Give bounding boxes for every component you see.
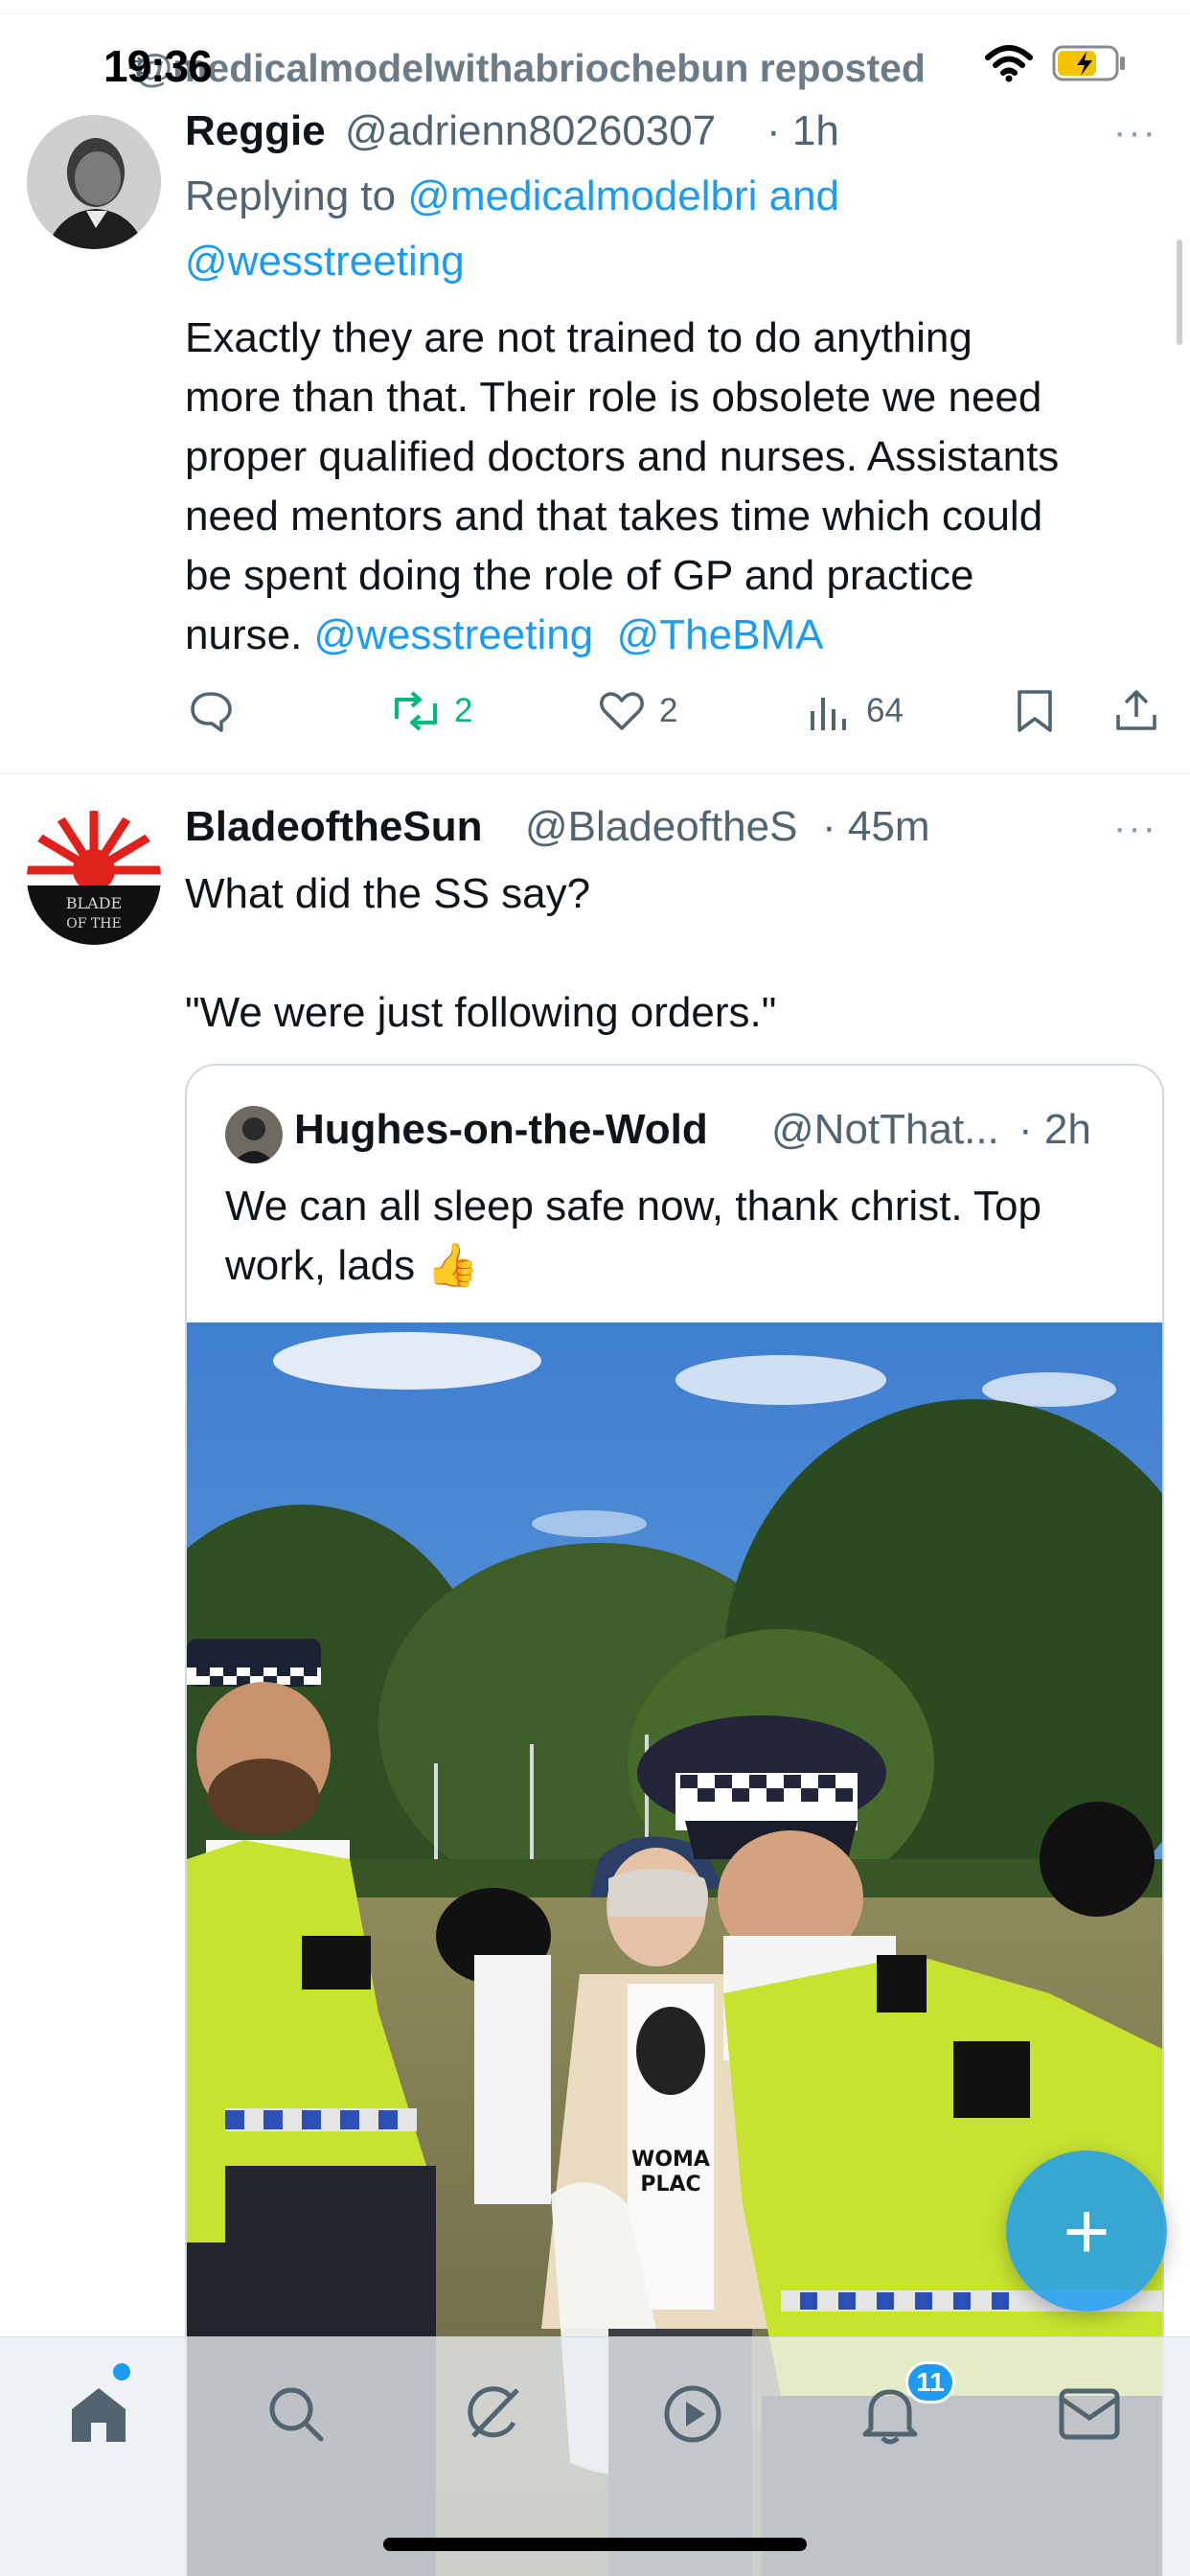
svg-text:OF THE: OF THE: [66, 916, 121, 932]
svg-text:PLAC: PLAC: [640, 2173, 700, 2196]
scroll-indicator[interactable]: [1177, 240, 1182, 345]
home-icon: [72, 2388, 126, 2442]
replying-to-handle-2[interactable]: @wesstreeting: [185, 238, 465, 286]
avatar-photo: [27, 115, 161, 249]
quoted-avatar[interactable]: [225, 1106, 283, 1163]
quoted-author-name[interactable]: Hughes-on-the-Wold: [294, 1106, 708, 1154]
avatar-photo: BLADE OF THE: [27, 811, 161, 945]
more-options-icon[interactable]: ···: [1113, 111, 1157, 154]
reposted-by-label[interactable]: @medicalmodelwithabriochebun reposted: [134, 46, 926, 91]
replying-to-handle[interactable]: @medicalmodelbri: [407, 172, 757, 219]
quoted-timestamp[interactable]: · 2h: [1018, 1106, 1091, 1154]
quoted-text-line: work, lads 👍: [225, 1242, 480, 1289]
tweet-text-line: nurse. @wesstreeting @TheBMA: [185, 606, 1172, 665]
reply-icon[interactable]: [188, 688, 234, 734]
views-icon[interactable]: [809, 692, 851, 732]
video-play-icon: [664, 2385, 721, 2443]
top-divider: [0, 13, 1190, 14]
quoted-text-line: We can all sleep safe now, thank christ.…: [225, 1183, 1041, 1230]
svg-text:BLADE: BLADE: [66, 894, 122, 912]
tweet-author-handle[interactable]: @adrienn80260307: [345, 107, 716, 155]
replying-to-label: Replying to: [185, 172, 408, 219]
tab-video[interactable]: [650, 2371, 736, 2457]
wifi-icon: [985, 45, 1033, 82]
quoted-avatar-photo: [225, 1106, 283, 1163]
tab-search[interactable]: [253, 2371, 339, 2457]
tweet-text-end: nurse.: [185, 611, 314, 658]
envelope-icon: [1059, 2388, 1120, 2440]
avatar[interactable]: [27, 115, 161, 249]
share-icon[interactable]: [1113, 686, 1159, 734]
like-count: 2: [659, 692, 678, 729]
svg-text:WOMA: WOMA: [631, 2148, 710, 2172]
tweet-text: "We were just following orders.": [185, 989, 777, 1036]
battery-icon: [1052, 45, 1125, 81]
tweet-text-line: Exactly they are not trained to do anyth…: [185, 314, 973, 361]
tweet-author-handle[interactable]: @BladeoftheS: [525, 803, 797, 851]
tweet-text-line: be spent doing the role of GP and practi…: [185, 552, 974, 599]
tab-messages[interactable]: [1046, 2371, 1133, 2457]
mention-thebma[interactable]: @TheBMA: [617, 611, 824, 658]
mention-wesstreeting[interactable]: @wesstreeting: [314, 611, 594, 658]
avatar[interactable]: BLADE OF THE: [27, 811, 161, 945]
tweet-text-line: more than that. Their role is obsolete w…: [185, 374, 1042, 421]
like-icon[interactable]: [599, 690, 645, 732]
retweet-count: 2: [454, 692, 473, 729]
more-options-icon[interactable]: ···: [1113, 807, 1157, 850]
tweet-timestamp[interactable]: · 1h: [767, 107, 839, 155]
retweet-icon[interactable]: [389, 690, 443, 732]
notifications-badge: 11: [905, 2361, 955, 2404]
compose-button[interactable]: +: [1006, 2150, 1167, 2312]
tab-home[interactable]: [56, 2371, 142, 2457]
tweet-timestamp[interactable]: · 45m: [822, 803, 929, 851]
tweet-author-name[interactable]: BladeoftheSun: [185, 803, 482, 851]
tweet-text-line: proper qualified doctors and nurses. Ass…: [185, 433, 1060, 480]
tweet-text: Exactly they are not trained to do anyth…: [185, 309, 1172, 665]
tweet-separator: [0, 772, 1190, 774]
quoted-author-handle[interactable]: @NotThat...: [771, 1106, 999, 1154]
tweet-text-line: need mentors and that takes time which c…: [185, 493, 1043, 540]
grok-icon: [468, 2386, 519, 2438]
tab-grok[interactable]: [450, 2371, 537, 2457]
bookmark-icon[interactable]: [1016, 688, 1054, 734]
replying-to-and[interactable]: and: [757, 172, 839, 219]
search-icon: [269, 2387, 324, 2442]
status-time: 19:36: [103, 41, 213, 91]
home-indicator[interactable]: [383, 2538, 807, 2551]
tweet-author-name[interactable]: Reggie: [185, 107, 326, 155]
tweet-text: What did the SS say?: [185, 870, 591, 917]
views-count: 64: [866, 692, 904, 729]
